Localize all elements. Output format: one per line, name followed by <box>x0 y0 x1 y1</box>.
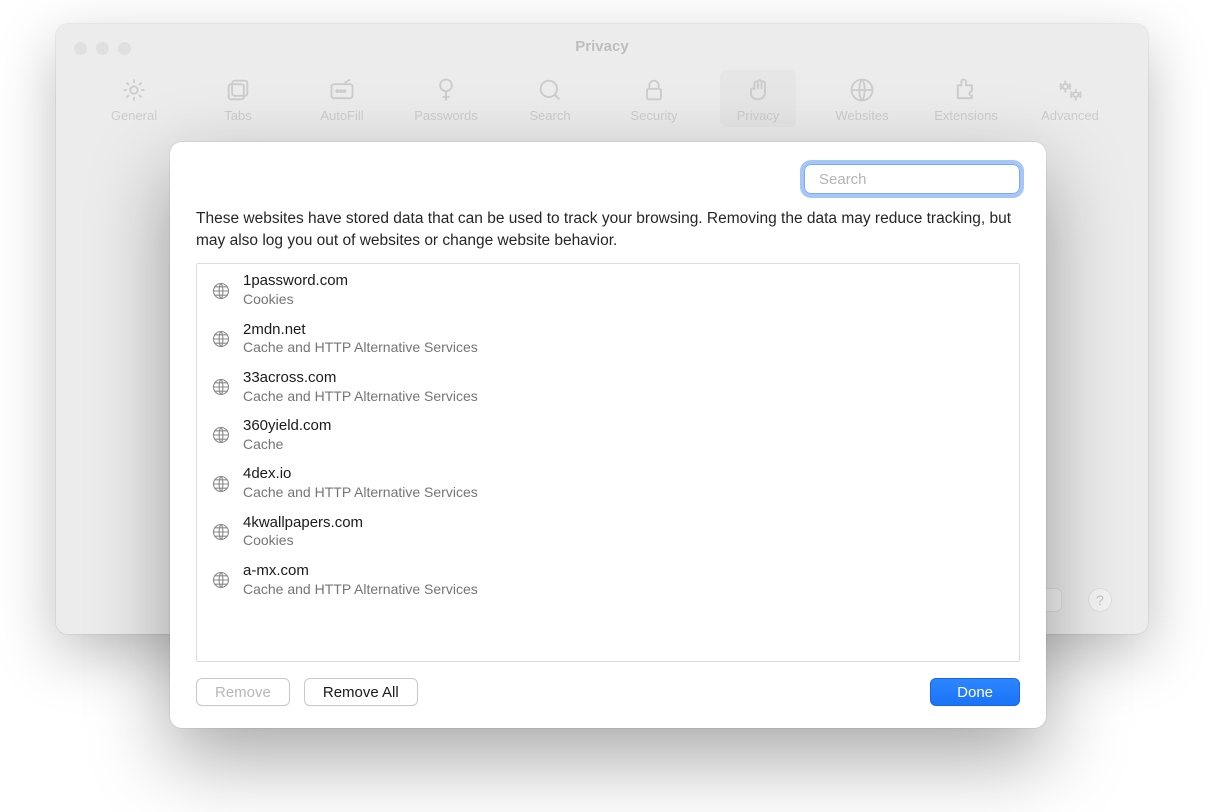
toolbar-tab-privacy[interactable]: Privacy <box>720 70 796 127</box>
gears-icon <box>1056 76 1084 104</box>
website-data-dialog: These websites have stored data that can… <box>170 142 1046 728</box>
toolbar-tab-label: Tabs <box>224 108 251 123</box>
toolbar-tab-websites[interactable]: Websites <box>824 70 900 127</box>
website-list[interactable]: 1password.comCookies2mdn.netCache and HT… <box>196 263 1020 662</box>
website-detail: Cookies <box>243 291 348 309</box>
toolbar-tab-extensions[interactable]: Extensions <box>928 70 1004 127</box>
toolbar-tab-label: Advanced <box>1041 108 1099 123</box>
toolbar-tab-label: Search <box>529 108 570 123</box>
globe-icon <box>211 474 231 494</box>
globe-icon <box>211 522 231 542</box>
autofill-icon <box>328 76 356 104</box>
website-row[interactable]: 360yield.comCache <box>197 411 1019 459</box>
puzzle-icon <box>952 76 980 104</box>
toolbar-tab-label: Privacy <box>737 108 780 123</box>
toolbar-tab-label: Passwords <box>414 108 478 123</box>
toolbar-tab-autofill[interactable]: AutoFill <box>304 70 380 127</box>
website-detail: Cache <box>243 436 331 454</box>
toolbar-tab-security[interactable]: Security <box>616 70 692 127</box>
toolbar-tab-label: Extensions <box>934 108 998 123</box>
remove-all-button[interactable]: Remove All <box>304 678 418 706</box>
tabs-icon <box>224 76 252 104</box>
search-input[interactable] <box>819 171 1018 188</box>
preferences-toolbar: General Tabs AutoFill Passwords Search Securi… <box>56 70 1148 127</box>
website-domain: 360yield.com <box>243 417 331 436</box>
search-field[interactable] <box>804 164 1020 194</box>
remove-button[interactable]: Remove <box>196 678 290 706</box>
website-domain: 4dex.io <box>243 465 478 484</box>
window-title: Privacy <box>56 38 1148 55</box>
search-icon <box>536 76 564 104</box>
toolbar-tab-label: Websites <box>835 108 888 123</box>
toolbar-tab-general[interactable]: General <box>96 70 172 127</box>
website-domain: 4kwallpapers.com <box>243 514 363 533</box>
help-button[interactable]: ? <box>1088 588 1112 612</box>
hand-icon <box>744 76 772 104</box>
globe-icon <box>211 377 231 397</box>
website-detail: Cache and HTTP Alternative Services <box>243 581 478 599</box>
website-domain: 2mdn.net <box>243 321 478 340</box>
website-domain: a-mx.com <box>243 562 478 581</box>
gear-icon <box>120 76 148 104</box>
website-domain: 1password.com <box>243 272 348 291</box>
website-row[interactable]: 4dex.ioCache and HTTP Alternative Servic… <box>197 459 1019 507</box>
website-row[interactable]: 4kwallpapers.comCookies <box>197 508 1019 556</box>
done-button[interactable]: Done <box>930 678 1020 706</box>
dialog-description: These websites have stored data that can… <box>196 208 1020 251</box>
globe-icon <box>211 425 231 445</box>
website-detail: Cache and HTTP Alternative Services <box>243 339 478 357</box>
globe-icon <box>211 570 231 590</box>
globe-icon <box>211 281 231 301</box>
toolbar-tab-advanced[interactable]: Advanced <box>1032 70 1108 127</box>
toolbar-tab-label: General <box>111 108 157 123</box>
lock-icon <box>640 76 668 104</box>
toolbar-tab-search[interactable]: Search <box>512 70 588 127</box>
key-icon <box>432 76 460 104</box>
toolbar-tab-label: AutoFill <box>320 108 363 123</box>
toolbar-tab-label: Security <box>631 108 678 123</box>
website-domain: 33across.com <box>243 369 478 388</box>
globe-icon <box>211 329 231 349</box>
toolbar-tab-passwords[interactable]: Passwords <box>408 70 484 127</box>
website-row[interactable]: 33across.comCache and HTTP Alternative S… <box>197 363 1019 411</box>
website-detail: Cache and HTTP Alternative Services <box>243 388 478 406</box>
website-detail: Cookies <box>243 532 363 550</box>
website-row[interactable]: a-mx.comCache and HTTP Alternative Servi… <box>197 556 1019 604</box>
website-row[interactable]: 2mdn.netCache and HTTP Alternative Servi… <box>197 315 1019 363</box>
website-detail: Cache and HTTP Alternative Services <box>243 484 478 502</box>
website-row[interactable]: 1password.comCookies <box>197 266 1019 314</box>
globe-icon <box>848 76 876 104</box>
toolbar-tab-tabs[interactable]: Tabs <box>200 70 276 127</box>
